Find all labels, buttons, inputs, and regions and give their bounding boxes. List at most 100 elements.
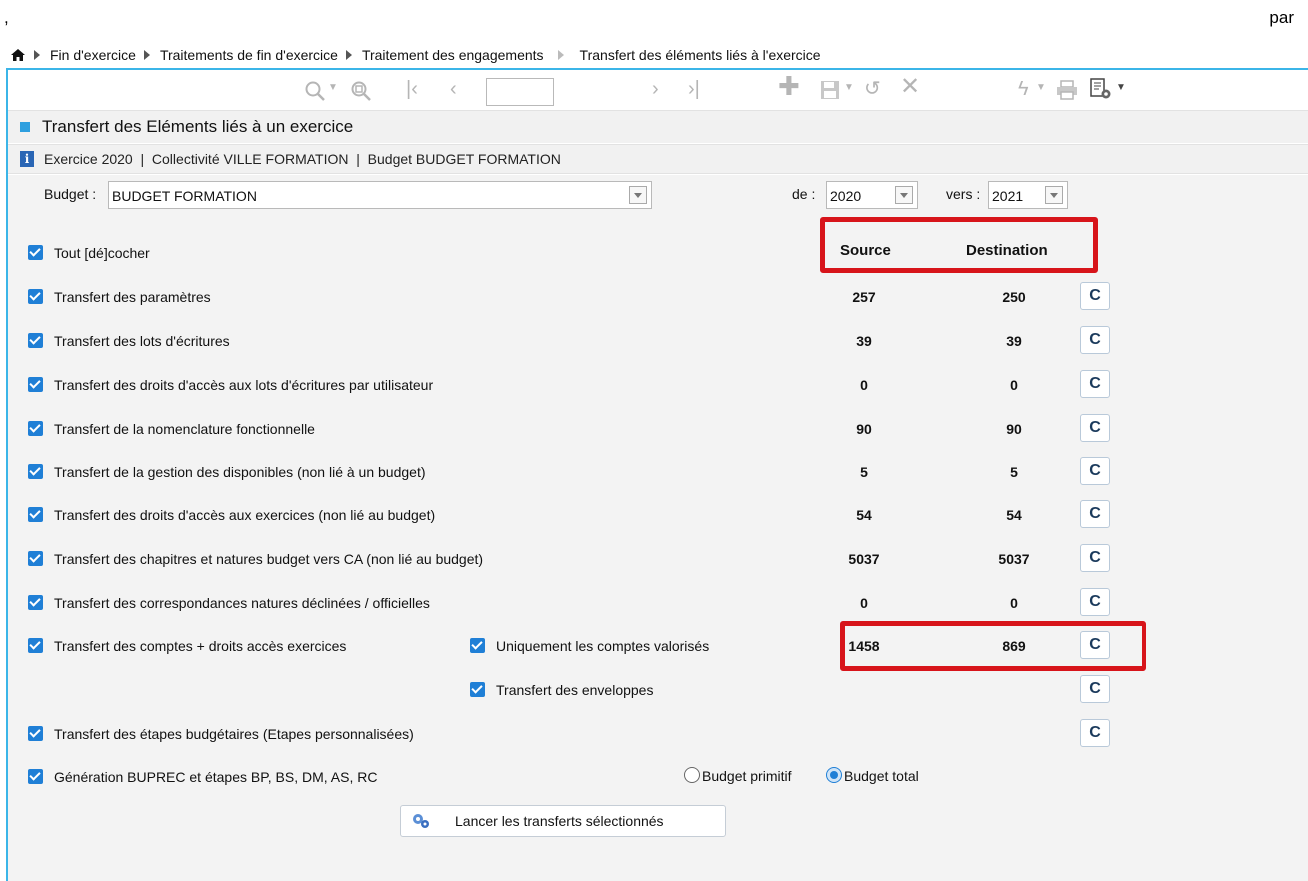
budget-total-radio[interactable] xyxy=(826,767,842,783)
row-checkbox[interactable] xyxy=(28,464,43,479)
budget-total-label: Budget total xyxy=(844,768,919,784)
row-destination-count: 54 xyxy=(1006,507,1022,523)
toggle-all-checkbox[interactable] xyxy=(28,245,43,260)
save-icon[interactable] xyxy=(820,80,840,100)
transfer-form: Budget : BUDGET FORMATION de : 2020 vers… xyxy=(8,175,1308,881)
row-label: Transfert des droits d'accès aux exercic… xyxy=(54,507,436,523)
save-dropdown-icon[interactable]: ▼ xyxy=(844,82,854,93)
info-text: Exercice 2020 | Collectivité VILLE FORMA… xyxy=(44,151,561,167)
only-valued-accounts-checkbox[interactable] xyxy=(470,638,485,653)
launch-transfers-button[interactable]: Lancer les transferts sélectionnés xyxy=(400,805,726,837)
first-page-icon[interactable]: |‹ xyxy=(406,78,418,100)
row-checkbox[interactable] xyxy=(28,551,43,566)
refresh-icon: C xyxy=(1089,419,1101,436)
lightning-dropdown-icon[interactable]: ▼ xyxy=(1036,82,1046,93)
info-icon: i xyxy=(20,151,34,167)
row-checkbox[interactable] xyxy=(28,289,43,304)
add-icon[interactable]: ✚ xyxy=(778,73,800,99)
search-dropdown-icon[interactable]: ▼ xyxy=(328,82,338,93)
budget-primitive-label: Budget primitif xyxy=(702,768,792,784)
row-checkbox[interactable] xyxy=(28,333,43,348)
page-number-input[interactable] xyxy=(486,78,554,106)
refresh-icon: C xyxy=(1089,636,1101,653)
from-year-value: 2020 xyxy=(830,188,862,204)
toggle-all-label: Tout [dé]cocher xyxy=(54,245,150,261)
refresh-button[interactable]: C xyxy=(1080,326,1110,354)
row-checkbox[interactable] xyxy=(28,377,43,392)
refresh-button[interactable]: C xyxy=(1080,500,1110,528)
undo-icon[interactable]: ↺ xyxy=(864,78,881,100)
envelopes-checkbox[interactable] xyxy=(470,682,485,697)
row-source-count: 90 xyxy=(856,421,872,437)
to-year-label: vers : xyxy=(946,186,981,202)
refresh-button[interactable]: C xyxy=(1080,588,1110,616)
row-destination-count: 90 xyxy=(1006,421,1022,437)
row-source-count: 0 xyxy=(860,595,868,611)
generation-label: Génération BUPREC et étapes BP, BS, DM, … xyxy=(54,769,378,785)
breadcrumb-item-current: Transfert des éléments liés à l'exercice xyxy=(579,47,821,63)
refresh-button[interactable]: C xyxy=(1080,370,1110,398)
row-checkbox[interactable] xyxy=(28,638,43,653)
refresh-button[interactable]: C xyxy=(1080,414,1110,442)
outer-par-text: par xyxy=(1269,8,1294,27)
row-destination-count: 0 xyxy=(1010,595,1018,611)
row-destination-count: 869 xyxy=(1002,638,1026,654)
next-page-icon[interactable]: › xyxy=(652,78,659,100)
from-year-select[interactable]: 2020 xyxy=(826,181,918,209)
main-frame: ▼ |‹ ‹ › ›| ✚ ▼ ↺ ✕ ϟ ▼ ▼ Transfert des … xyxy=(6,68,1308,881)
budget-label: Budget : xyxy=(44,186,97,202)
refresh-icon: C xyxy=(1089,593,1101,610)
report-dropdown-icon[interactable]: ▼ xyxy=(1116,82,1126,93)
panel-title: Transfert des Eléments liés à un exercic… xyxy=(42,117,354,136)
refresh-button[interactable]: C xyxy=(1080,457,1110,485)
row-destination-count: 250 xyxy=(1002,289,1026,305)
to-year-select[interactable]: 2021 xyxy=(988,181,1068,209)
row-destination-count: 39 xyxy=(1006,333,1022,349)
refresh-icon: C xyxy=(1089,680,1101,697)
row-source-count: 39 xyxy=(856,333,872,349)
to-year-value: 2021 xyxy=(992,188,1024,204)
refresh-button[interactable]: C xyxy=(1080,675,1110,703)
row-label: Transfert des chapitres et natures budge… xyxy=(54,551,484,567)
refresh-icon: C xyxy=(1089,331,1101,348)
budget-steps-checkbox[interactable] xyxy=(28,726,43,741)
refresh-icon: C xyxy=(1089,505,1101,522)
chevron-down-icon[interactable] xyxy=(629,186,647,204)
refresh-button[interactable]: C xyxy=(1080,544,1110,572)
breadcrumb-item-traitements-fin-exercice[interactable]: Traitements de fin d'exercice xyxy=(160,47,338,63)
budget-select[interactable]: BUDGET FORMATION xyxy=(108,181,652,209)
row-destination-count: 5 xyxy=(1010,464,1018,480)
lightning-icon[interactable]: ϟ xyxy=(1018,78,1029,100)
source-header: Source xyxy=(840,242,891,259)
row-label: Transfert de la nomenclature fonctionnel… xyxy=(54,421,315,437)
last-page-icon[interactable]: ›| xyxy=(688,78,700,100)
generation-checkbox[interactable] xyxy=(28,769,43,784)
search-icon[interactable] xyxy=(304,80,326,102)
row-label: Transfert des comptes + droits accès exe… xyxy=(54,638,347,654)
row-source-count: 0 xyxy=(860,377,868,393)
report-settings-icon[interactable] xyxy=(1090,78,1112,100)
row-checkbox[interactable] xyxy=(28,595,43,610)
breadcrumb-separator-icon xyxy=(34,50,40,60)
breadcrumb-item-fin-exercice[interactable]: Fin d'exercice xyxy=(50,47,136,63)
refresh-button[interactable]: C xyxy=(1080,719,1110,747)
refresh-button[interactable]: C xyxy=(1080,282,1110,310)
prev-page-icon[interactable]: ‹ xyxy=(450,78,457,100)
row-label: Transfert des droits d'accès aux lots d'… xyxy=(54,377,434,393)
row-checkbox[interactable] xyxy=(28,421,43,436)
zoom-icon[interactable] xyxy=(350,80,372,102)
destination-header: Destination xyxy=(966,242,1048,259)
breadcrumb-separator-icon xyxy=(345,50,352,60)
refresh-button[interactable]: C xyxy=(1080,631,1110,659)
breadcrumb-item-traitement-engagements[interactable]: Traitement des engagements xyxy=(362,47,544,63)
row-label: Transfert de la gestion des disponibles … xyxy=(54,464,426,480)
row-source-count: 257 xyxy=(852,289,876,305)
row-checkbox[interactable] xyxy=(28,507,43,522)
budget-primitive-radio[interactable] xyxy=(684,767,700,783)
print-icon[interactable] xyxy=(1056,80,1078,100)
home-icon[interactable] xyxy=(10,48,26,62)
chevron-down-icon[interactable] xyxy=(895,186,913,204)
delete-icon[interactable]: ✕ xyxy=(900,75,920,99)
budget-steps-label: Transfert des étapes budgétaires (Etapes… xyxy=(54,726,414,742)
chevron-down-icon[interactable] xyxy=(1045,186,1063,204)
